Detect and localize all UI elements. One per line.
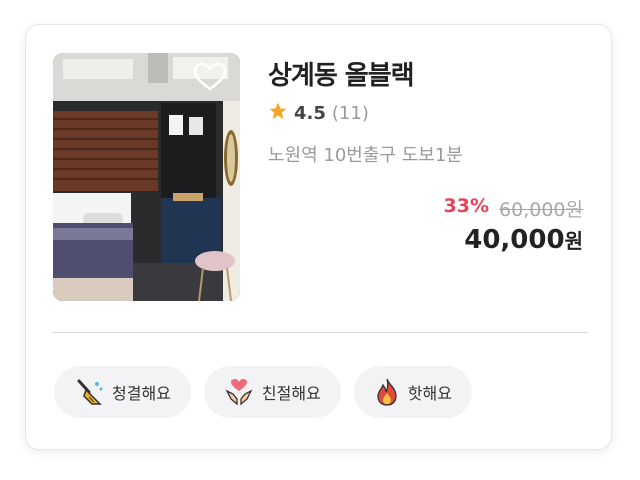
broom-icon — [74, 377, 104, 407]
listing-title[interactable]: 상계동 올블랙 — [268, 55, 415, 92]
rating-score: 4.5 — [294, 103, 326, 124]
favorite-heart-icon[interactable] — [193, 62, 227, 92]
price-discount-line: 33% 60,000원 — [444, 195, 583, 222]
divider — [51, 332, 588, 333]
final-price-amount: 40,000 — [464, 225, 565, 255]
tag-label: 핫해요 — [407, 384, 452, 403]
tag-label: 청결해요 — [112, 384, 171, 403]
final-price-unit: 원 — [564, 229, 583, 253]
original-price: 60,000원 — [499, 199, 583, 221]
location-text: 노원역 10번출구 도보1분 — [268, 145, 463, 166]
rating-row: 4.5 (11) — [268, 101, 369, 126]
tag-label: 친절해요 — [261, 384, 321, 403]
tag-chip-kind[interactable]: 친절해요 — [203, 366, 341, 418]
tag-chip-hot[interactable]: 핫해요 — [353, 366, 472, 418]
review-count: (11) — [331, 103, 369, 124]
final-price: 40,000원 — [464, 225, 583, 255]
hands-heart-icon — [224, 377, 254, 407]
star-icon — [268, 101, 288, 126]
discount-rate: 33% — [443, 195, 490, 217]
listing-card[interactable]: 상계동 올블랙 4.5 (11) 노원역 10번출구 도보1분 33% 60,0… — [25, 24, 612, 450]
fire-icon — [374, 377, 400, 407]
tag-chip-clean[interactable]: 청결해요 — [54, 366, 191, 418]
tag-chips: 청결해요 친절해요 핫해요 — [54, 366, 472, 418]
